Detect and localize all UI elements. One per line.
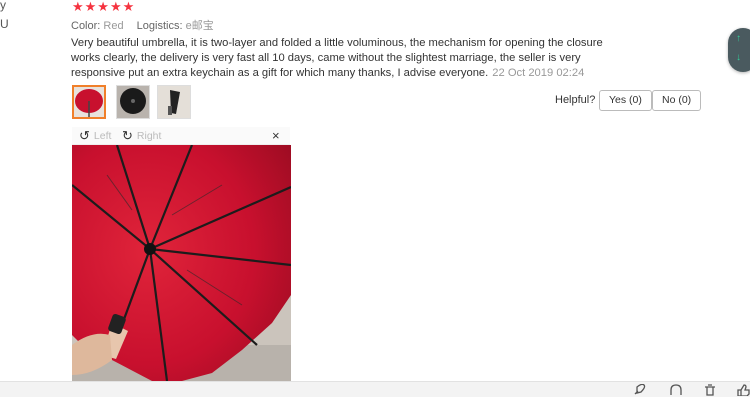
rotate-left-icon: ↺: [79, 128, 90, 143]
umbrella-photo: [72, 145, 291, 381]
umbrella-thumb-image: [74, 87, 104, 117]
review-photo-thumb-2[interactable]: [116, 85, 150, 119]
review-date: 22 Oct 2019 02:24: [492, 67, 585, 79]
rotate-left-button[interactable]: ↺ Left: [79, 128, 111, 144]
helpful-no-button[interactable]: No (0): [652, 90, 702, 111]
close-icon[interactable]: ×: [272, 128, 280, 143]
rotate-left-label: Left: [93, 130, 112, 142]
arrow-down-icon[interactable]: ↓: [736, 52, 741, 63]
color-label: Color:: [71, 20, 101, 32]
clipped-text-second: U: [0, 17, 9, 31]
review-photo-thumb-3[interactable]: [157, 85, 191, 119]
review-photo-large: [72, 145, 291, 381]
rotate-right-icon: ↻: [122, 128, 133, 143]
star-rating: ★★★★★: [72, 0, 136, 14]
review-meta: Color: Red Logistics: e邮宝: [71, 17, 224, 33]
thumb-icon[interactable]: [736, 384, 750, 396]
helpful-yes-button[interactable]: Yes (0): [599, 90, 652, 111]
umbrella-black-thumb-image: [117, 86, 149, 118]
review-photo-thumb-1[interactable]: [72, 85, 106, 119]
review-text: Very beautiful umbrella, it is two-layer…: [71, 36, 631, 81]
trash-icon[interactable]: [703, 384, 717, 396]
scroll-navigation-widget[interactable]: ↑ ↓: [728, 28, 750, 72]
rotate-right-button[interactable]: ↻ Right: [122, 128, 161, 144]
clipped-text-top: y: [0, 0, 6, 12]
rotate-right-label: Right: [136, 130, 162, 142]
logistics-value: e邮宝: [185, 20, 214, 32]
helpful-label: Helpful?: [555, 94, 596, 106]
rocket-icon[interactable]: [632, 384, 646, 396]
color-value: Red: [103, 20, 124, 32]
logistics-label: Logistics:: [136, 20, 183, 32]
arrow-up-icon[interactable]: ↑: [736, 33, 741, 44]
ghost-icon[interactable]: [669, 384, 683, 396]
folded-umbrella-thumb-image: [158, 86, 190, 118]
